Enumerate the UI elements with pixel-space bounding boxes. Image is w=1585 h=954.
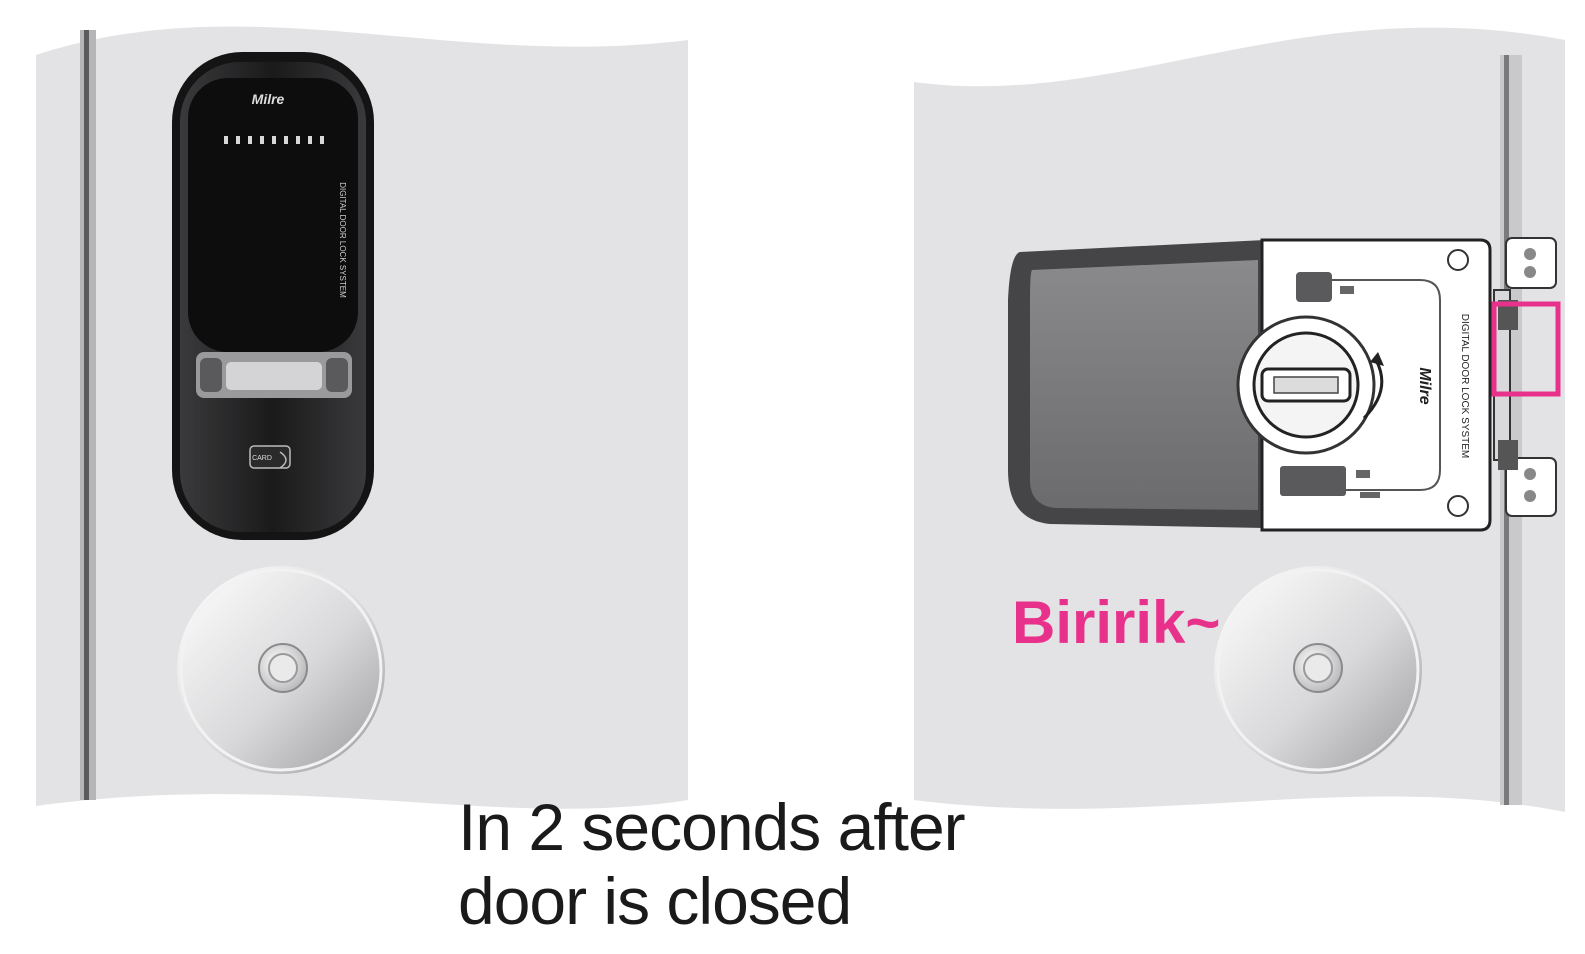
inside-side-text: DIGITAL DOOR LOCK SYSTEM [1459, 314, 1470, 458]
card-icon-label: CARD [252, 455, 272, 462]
outside-door-knob[interactable] [177, 566, 385, 774]
bottom-screw-icon [1447, 495, 1469, 517]
caption: In 2 seconds after door is closed [458, 790, 1158, 938]
top-screw-icon [1447, 249, 1469, 271]
caption-line-1: In 2 seconds after [458, 790, 966, 864]
card-reader[interactable]: CARD [249, 445, 291, 469]
outside-side-text: DIGITAL DOOR LOCK SYSTEM [338, 182, 347, 298]
inside-brand-logo: Milre [1416, 367, 1433, 404]
right-side-button[interactable] [326, 358, 348, 392]
caption-line-2: door is closed [458, 864, 852, 938]
inside-door-knob[interactable] [1214, 566, 1422, 774]
inside-lock-body: DIGITAL DOOR LOCK SYSTEM Milre [1008, 237, 1561, 532]
led-indicators [224, 136, 324, 144]
outside-lock-body: Milre DIGITAL DOOR LOCK SYSTEM CARD [172, 52, 374, 540]
battery-cover-switch[interactable] [1296, 272, 1332, 302]
thumb-turn[interactable] [1236, 315, 1376, 455]
sound-effect-label: Biririk~ [1012, 589, 1221, 656]
outside-brand-logo: Milre [252, 91, 285, 107]
mode-switch[interactable] [1280, 466, 1346, 496]
left-side-button[interactable] [200, 358, 222, 392]
